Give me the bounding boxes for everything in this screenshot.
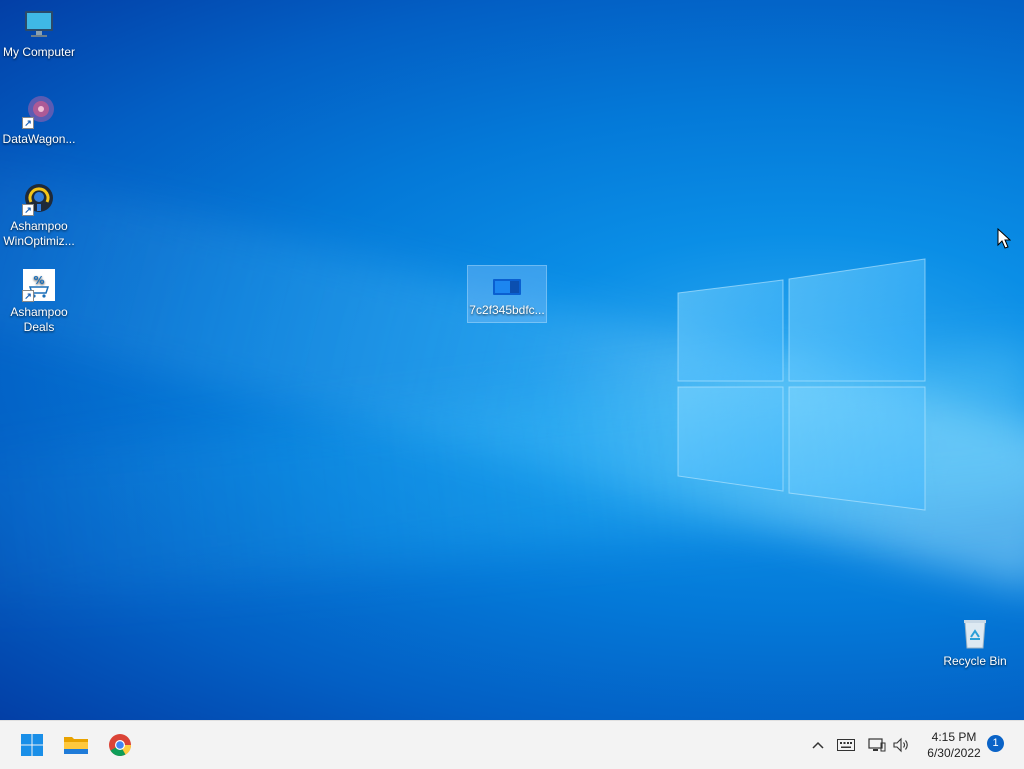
folder-icon [64,737,88,754]
datawagon-icon: ↗ [22,95,56,129]
desktop-icon-recycle-bin[interactable]: Recycle Bin [936,617,1014,669]
chevron-up-icon [812,741,824,749]
notification-badge[interactable]: 1 [987,735,1004,752]
chrome-button[interactable] [104,729,136,761]
recycle-bin-icon [958,617,992,651]
monitor-icon [22,8,56,42]
keyboard-icon [837,739,855,751]
desktop-icon-label: DataWagon... [2,132,76,146]
volume-button[interactable] [892,735,912,755]
desktop-icon-file[interactable]: 7c2f345bdfc... [467,265,547,323]
desktop-icon-ashampoo-deals[interactable]: % ↗ Ashampoo Deals [0,268,78,335]
clock-time: 4:15 PM [931,730,977,744]
desktop-icon-label: Ashampoo WinOptimiz... [3,219,75,248]
chrome-icon [109,734,131,756]
windows-start-icon [21,734,43,756]
file-icon [490,274,524,300]
shortcut-arrow-icon: ↗ [22,117,34,129]
shortcut-arrow-icon: ↗ [22,204,34,216]
start-button[interactable] [16,729,48,761]
windows-wallpaper-logo [677,258,926,511]
desktop-icon-label: Ashampoo Deals [10,305,68,334]
desktop[interactable]: My Computer ↗ DataWagon... ↗ Ashampoo Wi… [0,0,1024,720]
network-icon [868,738,886,752]
file-explorer-button[interactable] [60,729,92,761]
keyboard-button[interactable] [836,735,856,755]
svg-text:%: % [33,274,44,287]
desktop-icon-ashampoo-winoptimizer[interactable]: ↗ Ashampoo WinOptimiz... [0,182,78,249]
network-button[interactable] [867,735,887,755]
desktop-icon-label: 7c2f345bdfc... [469,303,545,317]
desktop-icon-label: Recycle Bin [943,654,1007,668]
desktop-icon-datawagon[interactable]: ↗ DataWagon... [0,95,78,147]
deals-icon: % ↗ [22,268,56,302]
system-clock[interactable]: 4:15 PM 6/30/2022 [920,729,988,761]
volume-icon [893,737,908,753]
winoptimizer-icon: ↗ [22,182,56,216]
shortcut-arrow-icon: ↗ [22,290,34,302]
desktop-icon-label: My Computer [2,45,76,59]
clock-date: 6/30/2022 [927,746,981,760]
taskbar: 4:15 PM 6/30/2022 [0,720,1024,769]
mouse-cursor-icon [997,228,1011,249]
show-hidden-icons-button[interactable] [808,735,828,755]
desktop-icon-my-computer[interactable]: My Computer [0,8,78,60]
